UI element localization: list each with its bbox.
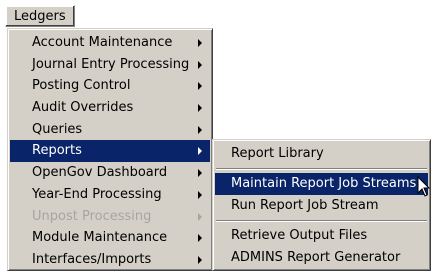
ledgers-dropdown-menu: Account Maintenance Journal Entry Proces… [7,28,213,271]
menu-ledgers-label: Ledgers [14,9,66,24]
submenu-arrow-icon [198,169,202,178]
submenu-item-label: Retrieve Output Files [231,228,368,243]
menu-item-module-maintenance[interactable]: Module Maintenance [10,227,210,249]
menu-item-reports[interactable]: Reports [10,140,210,163]
menu-item-label: Posting Control [32,78,131,94]
submenu-item-run-report-job-stream[interactable]: Run Report Job Stream [215,195,428,217]
submenu-item-maintain-report-job-streams[interactable]: Maintain Report Job Streams [215,173,428,195]
menu-item-label: Year-End Processing [32,186,162,202]
submenu-arrow-icon [198,82,202,91]
submenu-arrow-icon [198,104,202,113]
menu-item-unpost-processing: Unpost Processing [10,206,210,228]
menu-item-posting-control[interactable]: Posting Control [10,75,210,97]
menu-item-label: Journal Entry Processing [32,56,190,72]
menu-item-account-maintenance[interactable]: Account Maintenance [10,32,210,54]
menu-item-label: Reports [32,143,82,159]
submenu-arrow-icon [198,125,202,134]
submenu-arrow-icon [198,234,202,243]
menu-item-year-end-processing[interactable]: Year-End Processing [10,184,210,206]
submenu-item-label: Run Report Job Stream [231,198,379,213]
submenu-item-admins-report-generator[interactable]: ADMINS Report Generator [215,247,428,269]
menu-bar: Ledgers [0,0,431,28]
menu-ledgers[interactable]: Ledgers [5,5,75,27]
menu-item-label: OpenGov Dashboard [32,165,168,181]
submenu-item-report-library[interactable]: Report Library [215,143,428,165]
submenu-arrow-icon [198,190,202,199]
mouse-cursor-icon [417,176,431,197]
reports-submenu: Report Library Maintain Report Job Strea… [212,139,431,271]
menu-item-label: Unpost Processing [32,208,152,224]
submenu-item-label: ADMINS Report Generator [231,250,401,265]
menu-item-label: Audit Overrides [32,100,134,116]
menu-separator [215,165,428,173]
submenu-item-label: Maintain Report Job Streams [231,176,417,191]
menu-item-label: Queries [32,121,83,137]
menu-item-opengov-dashboard[interactable]: OpenGov Dashboard [10,162,210,184]
menu-item-label: Module Maintenance [32,230,168,246]
menu-separator [215,217,428,225]
menu-item-label: Account Maintenance [32,35,173,50]
menu-item-audit-overrides[interactable]: Audit Overrides [10,97,210,119]
submenu-arrow-icon [198,212,202,221]
menu-item-label: Interfaces/Imports [32,251,152,267]
submenu-arrow-icon [198,60,202,69]
submenu-arrow-icon [198,39,202,47]
menu-item-queries[interactable]: Queries [10,119,210,141]
submenu-item-label: Report Library [231,146,324,161]
submenu-arrow-icon [198,255,202,264]
submenu-arrow-icon [198,147,202,156]
menu-item-interfaces-imports[interactable]: Interfaces/Imports [10,249,210,271]
menu-item-journal-entry-processing[interactable]: Journal Entry Processing [10,54,210,76]
submenu-item-retrieve-output-files[interactable]: Retrieve Output Files [215,225,428,247]
